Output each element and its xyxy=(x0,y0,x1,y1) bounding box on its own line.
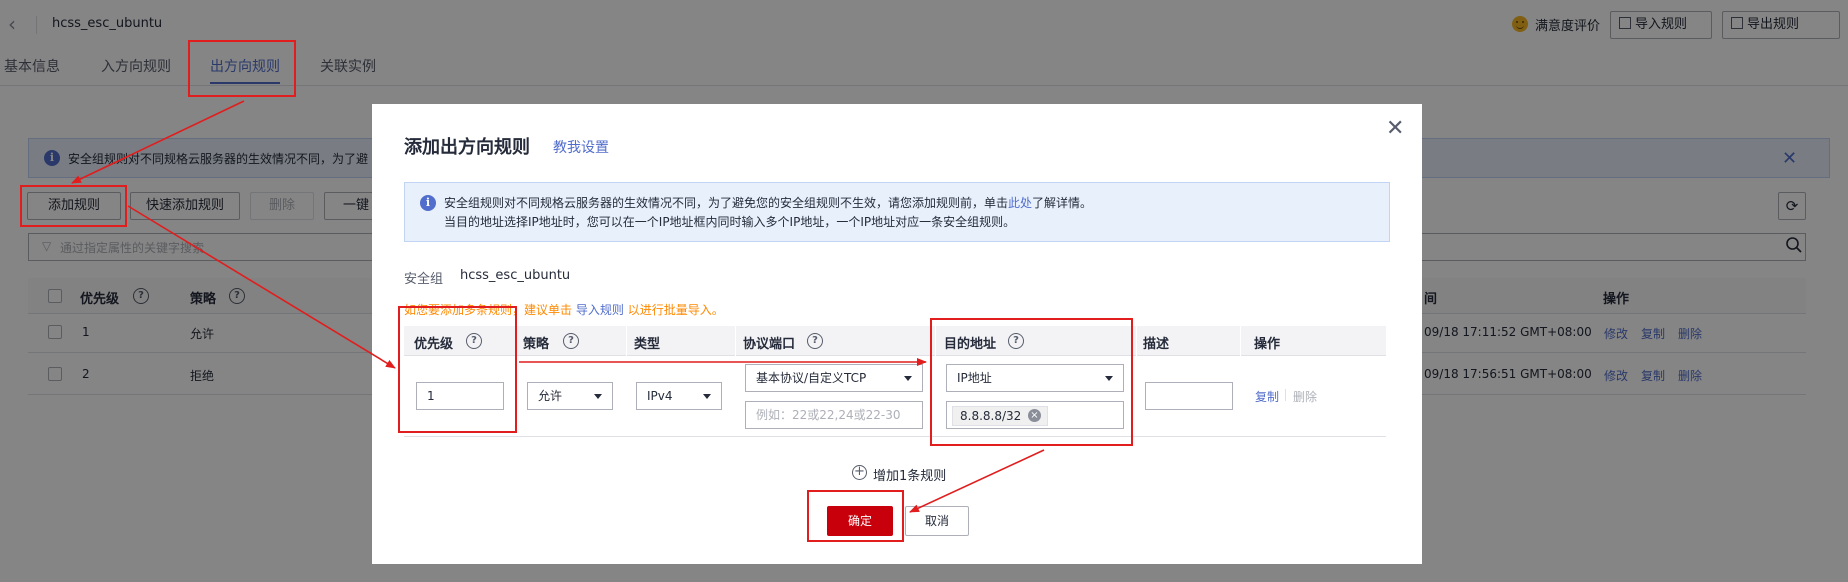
dialog-title: 添加出方向规则 xyxy=(404,137,530,158)
port-input[interactable]: 例如：22或22,24或22-30 xyxy=(745,401,923,429)
cancel-button[interactable]: 取消 xyxy=(905,506,969,536)
row-divider xyxy=(404,436,1386,437)
security-group-label: 安全组 xyxy=(404,272,444,287)
column-policy: 策略 xyxy=(523,337,550,352)
description-input[interactable] xyxy=(1145,382,1233,410)
dialog-tip-banner xyxy=(404,182,1390,242)
close-icon[interactable]: ✕ xyxy=(1386,116,1404,141)
rule-table-header xyxy=(404,326,1386,356)
column-separator xyxy=(1240,326,1241,356)
divider xyxy=(1285,389,1286,401)
policy-select[interactable]: 允许 xyxy=(527,382,613,410)
annotation-box-outbound-tab xyxy=(188,40,296,97)
annotation-box-priority xyxy=(398,306,517,433)
column-type: 类型 xyxy=(634,337,661,352)
column-ops: 操作 xyxy=(1254,337,1281,352)
details-link[interactable]: 此处 xyxy=(1008,196,1032,210)
annotation-box-confirm xyxy=(807,490,904,542)
column-separator xyxy=(735,326,736,356)
annotation-box-destination xyxy=(930,318,1133,446)
help-icon[interactable]: ? xyxy=(563,333,579,349)
tip-text: 了解详情。 xyxy=(1032,196,1093,210)
security-group-value: hcss_esc_ubuntu xyxy=(460,268,571,283)
import-rules-link[interactable]: 导入规则 xyxy=(576,303,624,317)
tip-text: 安全组规则对不同规格云服务器的生效情况不同，为了避免您的安全组规则不生效，请您添… xyxy=(444,196,1009,210)
info-icon: i xyxy=(420,195,436,211)
add-one-rule-link[interactable]: 增加1条规则 xyxy=(873,465,946,484)
plus-circle-icon[interactable]: + xyxy=(852,465,867,480)
type-select[interactable]: IPv4 xyxy=(636,382,722,410)
column-separator xyxy=(626,326,627,356)
annotation-box-add-rule xyxy=(20,185,127,227)
copy-row-link[interactable]: 复制 xyxy=(1255,388,1279,405)
tip-line-1: 安全组规则对不同规格云服务器的生效情况不同，为了避免您的安全组规则不生效，请您添… xyxy=(444,194,1092,211)
protocol-select[interactable]: 基本协议/自定义TCP xyxy=(745,364,923,392)
help-setup-link[interactable]: 教我设置 xyxy=(553,137,609,157)
tip-line-2: 当目的地址选择IP地址时，您可以在一个IP地址框内同时输入多个IP地址，一个IP… xyxy=(444,215,1016,229)
column-port: 协议端口 xyxy=(743,337,796,352)
help-icon[interactable]: ? xyxy=(807,333,823,349)
tip-text: 以进行批量导入。 xyxy=(627,303,724,317)
column-description: 描述 xyxy=(1143,337,1170,352)
column-separator xyxy=(1136,326,1137,356)
delete-row-link[interactable]: 删除 xyxy=(1293,388,1317,405)
